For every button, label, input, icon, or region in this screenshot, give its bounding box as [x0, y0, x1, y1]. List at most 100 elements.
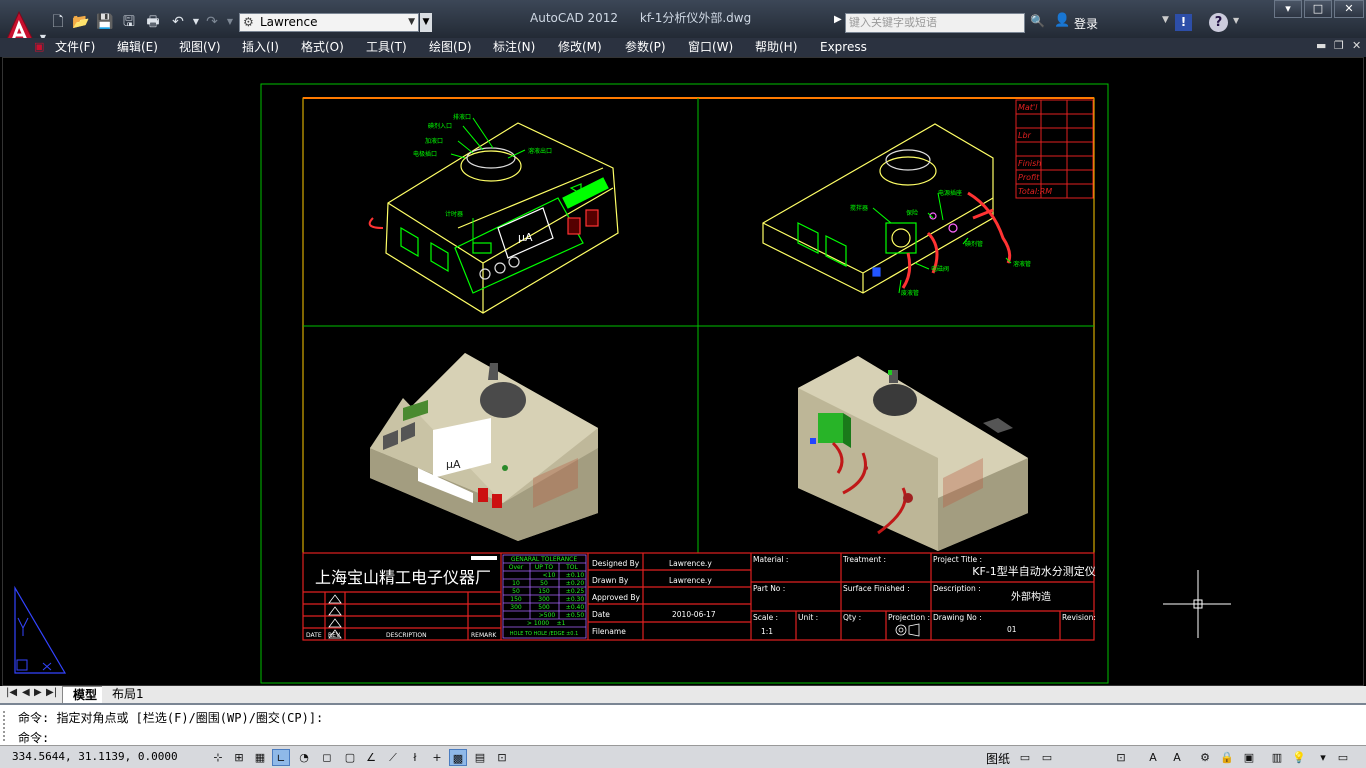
menu-view[interactable]: 视图(V) [179, 39, 221, 56]
tab-next-icon[interactable]: ▶ [34, 687, 42, 698]
drawing-canvas[interactable]: μA 排液口 碘剂入口 加液口 溶液出口 电极插口 计时器 搅拌器 电源插座 保… [2, 57, 1364, 686]
unit-label: Unit : [798, 613, 818, 622]
login-dropdown-icon[interactable]: ▼ [1162, 15, 1169, 25]
quick-properties-icon[interactable]: ▤ [471, 749, 489, 766]
object-snap-icon[interactable]: ◻ [318, 749, 336, 766]
help-dropdown-icon[interactable]: ▼ [1233, 16, 1239, 25]
annotation-visibility-icon[interactable]: A [1168, 749, 1186, 766]
coordinate-readout[interactable]: 334.5644, 31.1139, 0.0000 [12, 750, 178, 763]
dynamic-ucs-icon[interactable]: ⟋ [384, 749, 402, 766]
workspace-switching-icon[interactable]: ⚙ [1196, 749, 1214, 766]
search-input[interactable]: 键入关键字或短语 [845, 13, 1025, 33]
tab-layout1[interactable]: 布局1 [102, 686, 154, 703]
menu-tools[interactable]: 工具(T) [366, 39, 407, 56]
redo-dropdown-icon[interactable]: ▼ [220, 12, 240, 32]
project-title-label: Project Title : [933, 555, 982, 564]
menu-modify[interactable]: 修改(M) [558, 39, 602, 56]
object-snap-tracking-icon[interactable]: ∠ [362, 749, 380, 766]
ortho-mode-icon[interactable]: ∟ [272, 749, 290, 766]
tolerance-cell: 50 [540, 580, 548, 587]
menu-help[interactable]: 帮助(H) [755, 39, 797, 56]
quick-access-customize-icon[interactable]: ▼ [420, 13, 432, 32]
close-button[interactable]: ✕ [1334, 0, 1364, 18]
exchange-icon[interactable]: ! [1175, 14, 1192, 31]
quick-view-layouts-icon[interactable]: ▭ [1016, 749, 1034, 766]
cost-row-label: Lbr [1018, 131, 1032, 140]
maximize-button[interactable]: □ [1304, 0, 1332, 18]
tolerance-cell: 150 [538, 588, 550, 595]
menu-parametric[interactable]: 参数(P) [625, 39, 666, 56]
dynamic-input-icon[interactable]: ł [406, 749, 424, 766]
3d-object-snap-icon[interactable]: ▢ [341, 749, 359, 766]
paper-model-toggle[interactable]: 图纸 [986, 750, 1010, 767]
doc-restore-button[interactable]: ❐ [1334, 39, 1344, 52]
layout-tab-bar: |◀ ◀ ▶ ▶| 模型 布局1 [0, 686, 1366, 703]
tolerance-cell: 300 [510, 604, 522, 611]
lock-icon[interactable]: 🔒 [1218, 749, 1236, 766]
snap-mode-icon[interactable]: ⊞ [230, 749, 248, 766]
surface-label: Surface Finished : [843, 584, 910, 593]
treatment-label: Treatment : [842, 555, 886, 564]
grid-display-icon[interactable]: ▦ [251, 749, 269, 766]
menu-format[interactable]: 格式(O) [301, 39, 344, 56]
transparency-icon[interactable]: ▩ [449, 749, 467, 766]
clean-screen-icon[interactable]: ▭ [1334, 749, 1352, 766]
tolerance-text: GENARAL TOLERANCE Over UP TO TOL <10 ±0.… [509, 556, 585, 637]
doc-icon[interactable]: ▣ [34, 40, 44, 53]
command-line[interactable]: 命令: 指定对角点或 [栏选(F)/圈围(WP)/圈交(CP)]: 命令: [0, 703, 1366, 745]
tab-prev-icon[interactable]: ◀ [22, 687, 30, 698]
print-icon[interactable]: 🖶 [143, 12, 163, 32]
tolerance-cell: ±0.50 [566, 612, 585, 619]
status-bar: 334.5644, 31.1139, 0.0000 ⊹ ⊞ ▦ ∟ ◔ ◻ ▢ … [0, 745, 1366, 768]
menu-dimension[interactable]: 标注(N) [493, 39, 535, 56]
maximize-viewport-icon[interactable]: ⊡ [1112, 749, 1130, 766]
menu-file[interactable]: 文件(F) [55, 39, 95, 56]
qty-label: Qty : [843, 613, 861, 622]
minimize-button[interactable]: ▾ [1274, 0, 1302, 18]
company-name: 上海宝山精工电子仪器厂 [315, 568, 491, 587]
workspace-select[interactable]: ⚙ Lawrence ▼ [239, 13, 419, 32]
isolate-objects-icon[interactable]: 💡 [1290, 749, 1308, 766]
tab-last-icon[interactable]: ▶| [46, 687, 57, 698]
menu-express[interactable]: Express [820, 39, 867, 56]
save-as-icon[interactable]: 🖫 [119, 12, 139, 32]
callout-label: 电极插口 [413, 150, 437, 158]
infer-constraints-icon[interactable]: ⊹ [209, 749, 227, 766]
new-file-icon[interactable]: 🗋 [48, 12, 68, 32]
login-link[interactable]: 登录 [1074, 15, 1098, 32]
command-grip[interactable] [3, 711, 9, 741]
doc-close-button[interactable]: ✕ [1352, 39, 1361, 52]
tolerance-cell: <10 [543, 572, 556, 579]
menu-edit[interactable]: 编辑(E) [117, 39, 158, 56]
selection-cycling-icon[interactable]: ⊡ [493, 749, 511, 766]
menu-draw[interactable]: 绘图(D) [429, 39, 472, 56]
tolerance-cell: ±0.10 [566, 572, 585, 579]
callout-label: 电磁阀 [931, 265, 949, 273]
quick-view-drawings-icon[interactable]: ▭ [1038, 749, 1056, 766]
performance-icon[interactable]: ▥ [1268, 749, 1286, 766]
tab-first-icon[interactable]: |◀ [6, 687, 17, 698]
undo-icon[interactable]: ↶ [168, 12, 188, 32]
binoculars-icon[interactable]: 🔍 [1030, 14, 1045, 28]
status-menu-icon[interactable]: ▾ [1314, 749, 1332, 766]
doc-minimize-button[interactable]: ▬ [1316, 39, 1326, 52]
command-prompt[interactable]: 命令: [18, 729, 49, 746]
open-file-icon[interactable]: 📂 [71, 12, 91, 32]
menu-insert[interactable]: 插入(I) [242, 39, 279, 56]
redo-icon[interactable]: ↷ [202, 12, 222, 32]
menu-window[interactable]: 窗口(W) [688, 39, 733, 56]
tolerance-cell: 150 [510, 596, 522, 603]
lineweight-icon[interactable]: + [428, 749, 446, 766]
annotation-scale-icon[interactable]: A [1144, 749, 1162, 766]
hardware-acceleration-icon[interactable]: ▣ [1240, 749, 1258, 766]
search-expand-icon[interactable]: ▶ [834, 14, 842, 25]
micro-label: μA [518, 231, 533, 244]
polar-tracking-icon[interactable]: ◔ [295, 749, 313, 766]
designed-by-value: Lawrence.y [669, 559, 712, 568]
save-icon[interactable]: 💾 [95, 12, 115, 32]
company-mark [471, 556, 497, 560]
tolerance-cell: 50 [512, 588, 520, 595]
callout-label: 溶液管 [1013, 260, 1031, 268]
help-icon[interactable]: ? [1209, 13, 1228, 32]
menu-bar: ▣ 文件(F) 编辑(E) 视图(V) 插入(I) 格式(O) 工具(T) 绘图… [0, 38, 1366, 57]
